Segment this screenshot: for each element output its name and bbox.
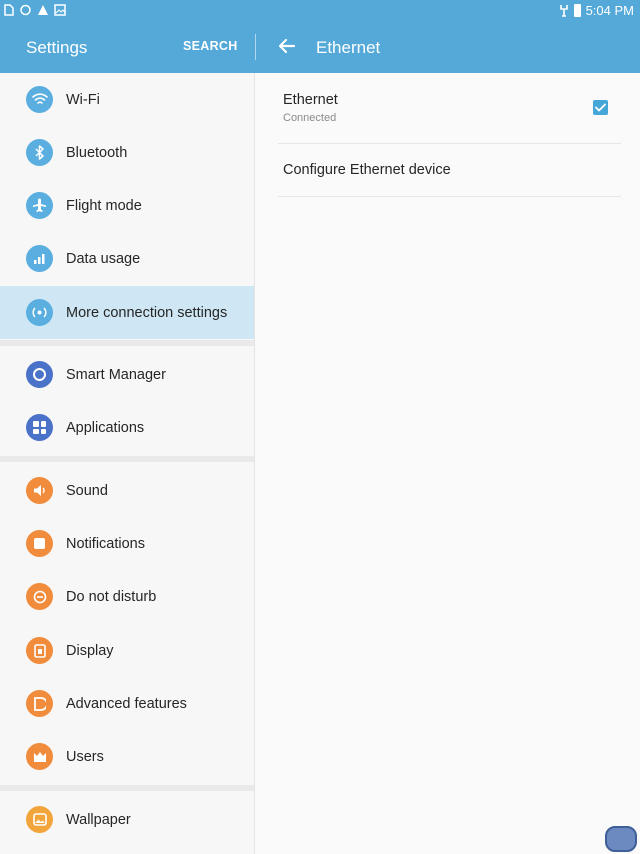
detail-page-title: Ethernet: [316, 38, 381, 57]
sidebar-item-label: Display: [66, 642, 114, 659]
smart-manager-icon: [26, 361, 53, 388]
sidebar-item-label: Bluetooth: [66, 144, 128, 161]
sidebar-item-label: Notifications: [66, 535, 145, 552]
notification-icons: [4, 4, 66, 16]
check-icon: [595, 103, 606, 112]
status-time: 5:04 PM: [585, 3, 634, 18]
document-icon: [4, 4, 14, 16]
sidebar-item-smart-manager[interactable]: Smart Manager: [0, 348, 254, 401]
display-icon: [26, 637, 53, 664]
sidebar-item-more-connection-settings[interactable]: More connection settings: [0, 286, 254, 339]
sidebar-item-advanced-features[interactable]: Advanced features: [0, 677, 254, 730]
appbar-divider: [255, 34, 256, 60]
ethernet-row-status: Connected: [283, 112, 337, 124]
sidebar-item-bluetooth[interactable]: Bluetooth: [0, 126, 254, 179]
configure-ethernet-label: Configure Ethernet device: [283, 162, 451, 178]
configure-ethernet-row[interactable]: Configure Ethernet device: [256, 144, 640, 196]
sidebar-item-label: Smart Manager: [66, 366, 166, 383]
sidebar-item-applications[interactable]: Applications: [0, 401, 254, 454]
group-divider: [0, 340, 254, 346]
row-divider: [278, 196, 621, 197]
status-bar: 5:04 PM: [0, 0, 640, 22]
sidebar-item-wifi[interactable]: Wi-Fi: [0, 73, 254, 126]
alert-icon: [38, 5, 48, 15]
app-title: Settings: [26, 38, 88, 57]
data-usage-icon: [26, 245, 53, 272]
status-indicators: 5:04 PM: [559, 3, 634, 18]
sidebar-item-label: Do not disturb: [66, 588, 157, 605]
ethernet-detail-pane: Ethernet Connected Configure Ethernet de…: [256, 73, 640, 854]
sidebar-item-label: Wi-Fi: [66, 91, 100, 108]
battery-icon: [573, 4, 581, 17]
ethernet-toggle-row[interactable]: Ethernet Connected: [256, 73, 640, 143]
sidebar-item-label: More connection settings: [66, 304, 228, 321]
airplane-icon: [26, 192, 53, 219]
group-divider: [0, 456, 254, 462]
floating-assist-button[interactable]: [605, 826, 637, 852]
sound-icon: [26, 477, 53, 504]
wifi-icon: [26, 86, 53, 113]
image-icon: [54, 4, 66, 16]
notifications-icon: [26, 530, 53, 557]
sidebar-item-label: Sound: [66, 482, 108, 499]
sidebar-item-sound[interactable]: Sound: [0, 464, 254, 517]
sidebar-item-label: Applications: [66, 419, 145, 436]
cloud-icon: [20, 4, 31, 16]
applications-icon: [26, 414, 53, 441]
sidebar-item-do-not-disturb[interactable]: Do not disturb: [0, 570, 254, 623]
search-button[interactable]: SEARCH: [183, 39, 238, 53]
sidebar-item-flight-mode[interactable]: Flight mode: [0, 179, 254, 232]
sidebar-item-notifications[interactable]: Notifications: [0, 517, 254, 570]
ethernet-status-icon: [559, 5, 568, 17]
sidebar-item-display[interactable]: Display: [0, 624, 254, 677]
ethernet-row-title: Ethernet: [283, 92, 338, 108]
sidebar-item-label: Users: [66, 748, 104, 765]
sidebar-item-label: Wallpaper: [66, 811, 131, 828]
group-divider: [0, 785, 254, 791]
settings-sidebar: Wi-Fi Bluetooth Flight mode Data usage M…: [0, 73, 255, 854]
ethernet-checkbox[interactable]: [593, 100, 608, 115]
sidebar-item-wallpaper[interactable]: Wallpaper: [0, 793, 254, 846]
sidebar-item-label: Flight mode: [66, 197, 142, 214]
advanced-features-icon: [26, 690, 53, 717]
wallpaper-icon: [26, 806, 53, 833]
users-icon: [26, 743, 53, 770]
app-bar: Settings SEARCH Ethernet: [0, 22, 640, 73]
sidebar-item-label: Advanced features: [66, 695, 187, 712]
connection-icon: [26, 299, 53, 326]
bluetooth-icon: [26, 139, 53, 166]
sidebar-item-users[interactable]: Users: [0, 730, 254, 783]
sidebar-item-label: Data usage: [66, 250, 141, 267]
back-arrow-icon[interactable]: [276, 35, 298, 57]
do-not-disturb-icon: [26, 583, 53, 610]
sidebar-item-data-usage[interactable]: Data usage: [0, 232, 254, 285]
